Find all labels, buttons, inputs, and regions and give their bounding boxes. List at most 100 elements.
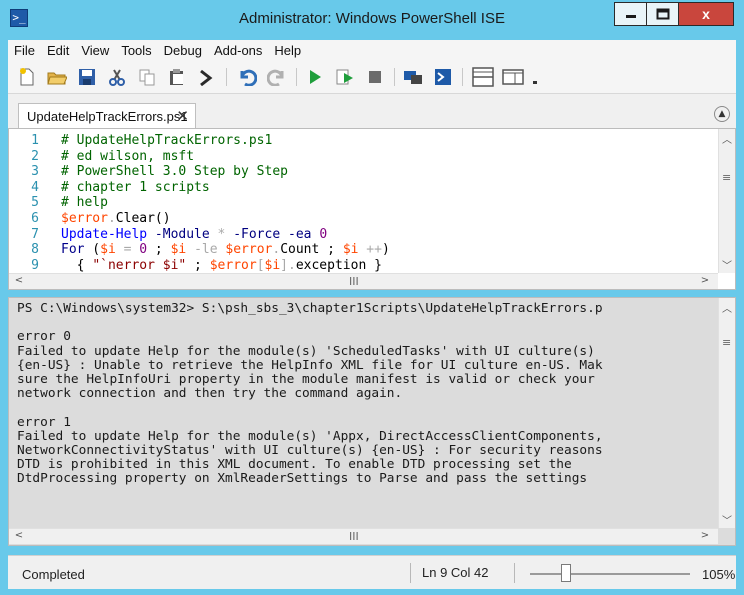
line-number: 7 [31, 226, 39, 242]
undo-icon[interactable] [236, 66, 258, 88]
console-line: DTD is prohibited in this XML document. … [17, 457, 572, 473]
code-token: Count ; [280, 242, 343, 258]
clear-console-icon[interactable] [196, 66, 218, 88]
console-vertical-scrollbar[interactable]: ︿ ≡ ﹀ [718, 298, 735, 528]
scroll-thumb-grip[interactable]: III [349, 275, 359, 288]
close-button[interactable]: x [678, 2, 734, 26]
console-pane[interactable]: PS C:\Windows\system32> S:\psh_sbs_3\cha… [8, 297, 736, 546]
code-line[interactable]: 5 # help [9, 195, 717, 211]
scroll-right-icon[interactable]: > [697, 530, 713, 541]
stop-icon[interactable] [364, 66, 386, 88]
scroll-thumb-grip[interactable]: ≡ [722, 336, 731, 349]
code-token: # chapter 1 scripts [61, 179, 210, 195]
code-token: ++ [366, 242, 382, 258]
scroll-thumb-grip[interactable]: III [349, 530, 359, 543]
code-token: [ [256, 257, 265, 273]
console-line: Failed to update Help for the module(s) … [17, 343, 595, 359]
code-line[interactable]: 3 # PowerShell 3.0 Step by Step [9, 164, 717, 180]
menu-debug[interactable]: Debug [158, 40, 208, 58]
zoom-slider-thumb[interactable] [561, 564, 571, 582]
script-pane[interactable]: 1 # UpdateHelpTrackErrors.ps1 2 # ed wilson… [8, 128, 736, 290]
scroll-up-icon[interactable]: ︿ [719, 131, 735, 146]
script-vertical-scrollbar[interactable]: ︿ ≡ ﹀ [718, 129, 735, 273]
save-icon[interactable] [76, 66, 98, 88]
scroll-down-icon[interactable]: ﹀ [719, 512, 735, 527]
console-line: NetworkConnectivityStatus' with UI cultu… [17, 442, 603, 458]
open-icon[interactable] [46, 66, 68, 88]
code-token: 0 [319, 226, 328, 242]
code-token: Clear() [115, 210, 171, 226]
script-editor[interactable]: 1 # UpdateHelpTrackErrors.ps1 2 # ed wilson… [9, 133, 717, 277]
code-token: $i [100, 242, 116, 258]
code-token: $error [61, 210, 108, 226]
code-token: # ed wilson, msft [61, 148, 195, 164]
console-line: sure the HelpInfoUri property in the mod… [17, 371, 595, 387]
code-token: -Module [154, 226, 210, 242]
remote-powershell-icon[interactable] [402, 66, 424, 88]
copy-icon[interactable] [136, 66, 158, 88]
code-token: ( [84, 242, 101, 258]
overflow-icon[interactable] [524, 66, 546, 88]
console-horizontal-scrollbar[interactable]: < III > [9, 528, 718, 544]
tab-label: UpdateHelpTrackErrors.ps1 [27, 109, 188, 124]
menu-file[interactable]: File [8, 40, 41, 58]
code-line[interactable]: 9 { "`nerror $i" ; $error[$i].exception … [9, 258, 717, 274]
menu-help[interactable]: Help [268, 40, 307, 58]
zoom-slider[interactable] [530, 573, 690, 575]
line-number: 4 [31, 179, 39, 195]
menu-edit[interactable]: Edit [41, 40, 75, 58]
maximize-button[interactable] [646, 2, 678, 26]
collapse-script-pane-icon[interactable]: ▲ [714, 106, 730, 122]
show-script-pane-top-icon[interactable] [472, 66, 494, 88]
code-token: 0 [139, 242, 148, 258]
new-icon[interactable] [16, 66, 38, 88]
code-line[interactable]: 6 $error.Clear() [9, 211, 717, 227]
paste-icon[interactable] [166, 66, 188, 88]
script-horizontal-scrollbar[interactable]: < III > [9, 273, 718, 289]
code-token: $i [342, 242, 359, 258]
scroll-right-icon[interactable]: > [697, 275, 713, 286]
title-bar[interactable]: >_ Administrator: Windows PowerShell ISE… [0, 0, 744, 40]
line-number: 8 [31, 242, 39, 258]
scroll-up-icon[interactable]: ︿ [719, 300, 735, 315]
tab-updatehelptrackerrors[interactable]: UpdateHelpTrackErrors.ps1 ✕ [18, 103, 196, 128]
toolbar-separator [462, 68, 463, 86]
scroll-left-icon[interactable]: < [11, 275, 27, 286]
menu-view[interactable]: View [75, 40, 115, 58]
cut-icon[interactable] [106, 66, 128, 88]
run-selection-icon[interactable] [334, 66, 356, 88]
code-line[interactable]: 8 For ($i = 0 ; $i -le $error.Count ; $i … [9, 242, 717, 258]
code-token: . [272, 242, 281, 258]
console-line: network connection and then try the comm… [17, 386, 403, 402]
redo-icon[interactable] [266, 66, 288, 88]
code-token: For [61, 242, 85, 258]
console-line: DtdProcessing property on XmlReaderSetti… [17, 471, 588, 487]
code-token: # PowerShell 3.0 Step by Step [61, 164, 288, 180]
line-number: 9 [31, 257, 39, 273]
start-powershell-icon[interactable] [432, 66, 454, 88]
menu-add-ons[interactable]: Add-ons [208, 40, 268, 58]
console-output[interactable]: PS C:\Windows\system32> S:\psh_sbs_3\cha… [17, 302, 713, 528]
scroll-left-icon[interactable]: < [11, 530, 27, 541]
code-line[interactable]: 4 # chapter 1 scripts [9, 180, 717, 196]
code-token: -ea [288, 226, 312, 242]
show-script-pane-right-icon[interactable] [502, 66, 524, 88]
console-line: error 0 [17, 329, 71, 345]
console-line: Failed to update Help for the module(s) … [17, 428, 603, 444]
scroll-thumb-grip[interactable]: ≡ [722, 171, 731, 184]
tab-close-icon[interactable]: ✕ [176, 107, 189, 125]
minimize-button[interactable] [614, 2, 646, 26]
close-icon: x [702, 6, 710, 22]
code-line[interactable]: 7 Update-Help -Module * -Force -ea 0 [9, 227, 717, 243]
scroll-down-icon[interactable]: ﹀ [719, 257, 735, 272]
code-line[interactable]: 2 # ed wilson, msft [9, 149, 717, 165]
menu-tools[interactable]: Tools [115, 40, 157, 58]
run-icon[interactable] [304, 66, 326, 88]
code-line[interactable]: 1 # UpdateHelpTrackErrors.ps1 [9, 133, 717, 149]
script-tab-strip: UpdateHelpTrackErrors.ps1 ✕ ▲ [8, 94, 736, 128]
line-number: 3 [31, 164, 39, 180]
code-token: exception } [295, 257, 382, 273]
